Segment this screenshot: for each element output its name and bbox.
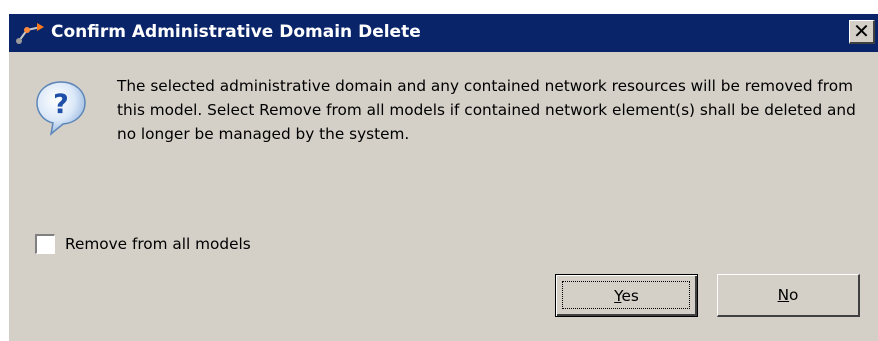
close-button[interactable]: ✕ — [849, 20, 875, 44]
yes-rest: es — [621, 286, 639, 305]
yes-label: Yes — [614, 287, 639, 305]
yes-button[interactable]: Yes — [555, 274, 698, 317]
close-icon: ✕ — [853, 19, 870, 43]
no-button[interactable]: No — [717, 274, 860, 317]
title-bar: Confirm Administrative Domain Delete ✕ — [9, 14, 878, 52]
remove-from-all-models-option[interactable]: Remove from all models — [35, 232, 251, 256]
dialog-title: Confirm Administrative Domain Delete — [51, 22, 421, 42]
no-rest: o — [789, 286, 799, 304]
checkbox-label: Remove from all models — [65, 235, 251, 253]
app-arrow-icon — [16, 23, 44, 44]
no-mnemonic: N — [777, 286, 790, 304]
question-icon: ? — [36, 81, 86, 136]
question-glyph: ? — [53, 89, 69, 120]
dialog-message: The selected administrative domain and a… — [117, 77, 856, 143]
remove-from-all-models-checkbox[interactable] — [35, 234, 55, 254]
confirm-delete-dialog: Confirm Administrative Domain Delete ✕ ?… — [9, 14, 878, 341]
no-label: No — [778, 286, 799, 304]
